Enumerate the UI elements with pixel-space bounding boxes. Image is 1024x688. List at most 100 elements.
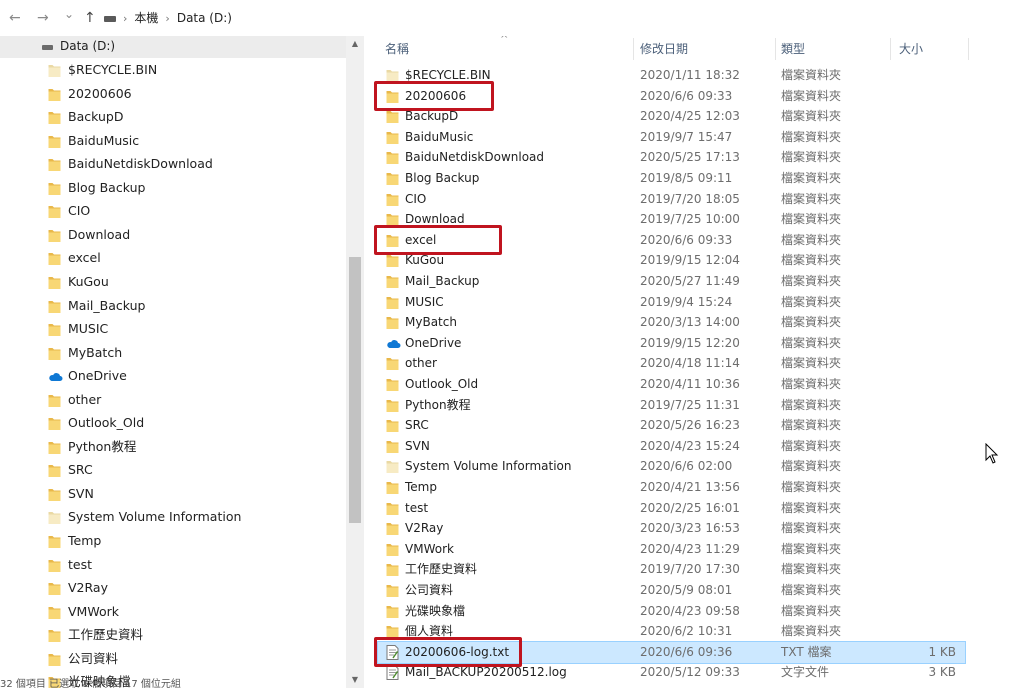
folder-icon [386,418,399,433]
nav-item-20200606[interactable]: 20200606 [48,82,338,105]
file-row-mybatch[interactable]: MyBatch 2020/3/13 14:00 檔案資料夾 [378,312,965,333]
nav-item-test[interactable]: test [48,553,338,576]
nav-item-vmwork[interactable]: VMWork [48,600,338,623]
nav-item-temp[interactable]: Temp [48,529,338,552]
file-row-item[interactable]: 光碟映象檔 2020/4/23 09:58 檔案資料夾 [378,601,965,622]
file-row-baidumusic[interactable]: BaiduMusic 2019/9/7 15:47 檔案資料夾 [378,127,965,148]
file-row-blog-backup[interactable]: Blog Backup 2019/8/5 09:11 檔案資料夾 [378,168,965,189]
column-divider[interactable] [775,38,776,60]
file-date: 2020/1/11 18:32 [640,68,740,82]
nav-item-label: Temp [68,533,102,548]
nav-item-item[interactable]: 公司資料 [48,647,338,670]
nav-item-excel[interactable]: excel [48,246,338,269]
breadcrumb-separator[interactable]: › [165,10,169,28]
nav-item-backupd[interactable]: BackupD [48,105,338,128]
folder-icon [48,227,61,242]
file-row-other[interactable]: other 2020/4/18 11:14 檔案資料夾 [378,353,965,374]
breadcrumb-separator[interactable]: › [123,10,127,28]
file-type: 檔案資料夾 [781,603,842,618]
folder-icon [386,356,399,371]
nav-item-download[interactable]: Download [48,223,338,246]
file-date: 2020/3/23 16:53 [640,521,740,536]
file-row-system-volume-information[interactable]: System Volume Information 2020/6/6 02:00 檔… [378,456,965,477]
file-type: 檔案資料夾 [781,500,842,515]
nav-item-label: MUSIC [68,321,109,337]
nav-item-baidumusic[interactable]: BaiduMusic [48,129,338,152]
forward-arrow-icon[interactable]: → [37,9,49,27]
nav-item-kugou[interactable]: KuGou [48,270,338,293]
folder-icon [48,156,61,172]
folder-icon [386,315,399,330]
nav-item-src[interactable]: SRC [48,458,338,481]
nav-item-system-volume-information[interactable]: System Volume Information [48,505,338,528]
file-row-onedrive[interactable]: OneDrive 2019/9/15 12:20 檔案資料夾 [378,333,965,354]
file-name: 光碟映象檔 [405,603,466,618]
file-name: Outlook_Old [405,377,479,391]
folder-icon [48,439,61,454]
nav-item-mybatch[interactable]: MyBatch [48,341,338,364]
scrollbar-thumb[interactable] [349,257,361,523]
folder-icon [386,171,399,186]
up-arrow-icon[interactable]: ↑ [84,9,96,27]
nav-item-label: Blog Backup [68,179,146,195]
nav-item-baidunetdiskdownload[interactable]: BaiduNetdiskDownload [48,152,338,175]
nav-item-mail-backup[interactable]: Mail_Backup [48,294,338,317]
file-row-item[interactable]: 公司資料 2020/5/9 08:01 檔案資料夾 [378,580,965,601]
navigation-pane[interactable]: Data (D:) $RECYCLE.BIN 20200606 BackupD Bai… [0,36,364,688]
nav-item-label: BaiduNetdiskDownload [68,156,213,172]
file-type: 檔案資料夾 [781,438,842,453]
file-name: VMWork [405,541,454,556]
nav-item-recycle-bin[interactable]: $RECYCLE.BIN [48,58,338,81]
folder-icon [48,203,61,219]
file-name: BaiduMusic [405,129,474,144]
column-header-date[interactable]: 修改日期 [640,40,688,57]
nav-item-item[interactable]: 工作歷史資料 [48,623,338,646]
recent-locations-chevron-icon[interactable]: ⌄ [64,5,74,23]
back-arrow-icon[interactable]: ← [9,9,21,27]
column-divider[interactable] [890,38,891,60]
column-header-type[interactable]: 類型 [781,40,805,57]
file-row-baidunetdiskdownload[interactable]: BaiduNetdiskDownload 2020/5/25 17:13 檔案資料夾 [378,147,965,168]
nav-item-blog-backup[interactable]: Blog Backup [48,176,338,199]
nav-item-python[interactable]: Python教程 [48,435,338,458]
file-row-outlook-old[interactable]: Outlook_Old 2020/4/11 10:36 檔案資料夾 [378,374,965,395]
file-row-v2ray[interactable]: V2Ray 2020/3/23 16:53 檔案資料夾 [378,518,965,539]
column-divider[interactable] [633,38,634,60]
column-header-name[interactable]: 名稱 [385,40,409,57]
folder-icon [386,377,399,392]
file-row-cio[interactable]: CIO 2019/7/20 18:05 檔案資料夾 [378,189,965,210]
breadcrumb-data-drive[interactable]: Data (D:) [177,9,232,27]
nav-item-v2ray[interactable]: V2Ray [48,576,338,599]
file-row-src[interactable]: SRC 2020/5/26 16:23 檔案資料夾 [378,415,965,436]
file-row-svn[interactable]: SVN 2020/4/23 15:24 檔案資料夾 [378,436,965,457]
file-row-vmwork[interactable]: VMWork 2020/4/23 11:29 檔案資料夾 [378,539,965,560]
nav-item-music[interactable]: MUSIC [48,317,338,340]
file-row-mail-backup[interactable]: Mail_Backup 2020/5/27 11:49 檔案資料夾 [378,271,965,292]
file-row-test[interactable]: test 2020/2/25 16:01 檔案資料夾 [378,498,965,519]
nav-item-cio[interactable]: CIO [48,199,338,222]
nav-item-outlook-old[interactable]: Outlook_Old [48,411,338,434]
nav-item-svn[interactable]: SVN [48,482,338,505]
file-name: MUSIC [405,294,444,309]
nav-item-onedrive[interactable]: OneDrive [48,364,338,387]
file-type: 文字文件 [781,665,830,680]
breadcrumb[interactable]: › 本機 › Data (D:) [104,9,232,27]
column-divider[interactable] [968,38,969,60]
nav-item-data-drive[interactable]: Data (D:) [0,36,346,58]
nav-item-label: System Volume Information [68,509,242,525]
file-row-item[interactable]: 工作歷史資料 2019/7/20 17:30 檔案資料夾 [378,559,965,580]
nav-item-other[interactable]: other [48,388,338,411]
file-row-temp[interactable]: Temp 2020/4/21 13:56 檔案資料夾 [378,477,965,498]
folder-icon [386,295,399,310]
scroll-up-arrow-icon[interactable]: ▲ [346,36,364,52]
column-header-row: 名稱 ^ 修改日期 類型 大小 [370,36,1024,60]
navigation-scrollbar[interactable]: ▲ ▼ [346,36,364,688]
folder-icon [48,557,61,572]
breadcrumb-this-pc[interactable]: 本機 [134,9,158,27]
file-date: 2019/8/5 09:11 [640,171,733,185]
file-row-music[interactable]: MUSIC 2019/9/4 15:24 檔案資料夾 [378,292,965,313]
file-row-python[interactable]: Python教程 2019/7/25 11:31 檔案資料夾 [378,395,965,416]
column-header-size[interactable]: 大小 [899,40,923,57]
file-list-pane[interactable]: 名稱 ^ 修改日期 類型 大小 $RECYCLE.BIN 2020/1/11 18… [370,36,1024,688]
folder-icon [48,580,61,596]
